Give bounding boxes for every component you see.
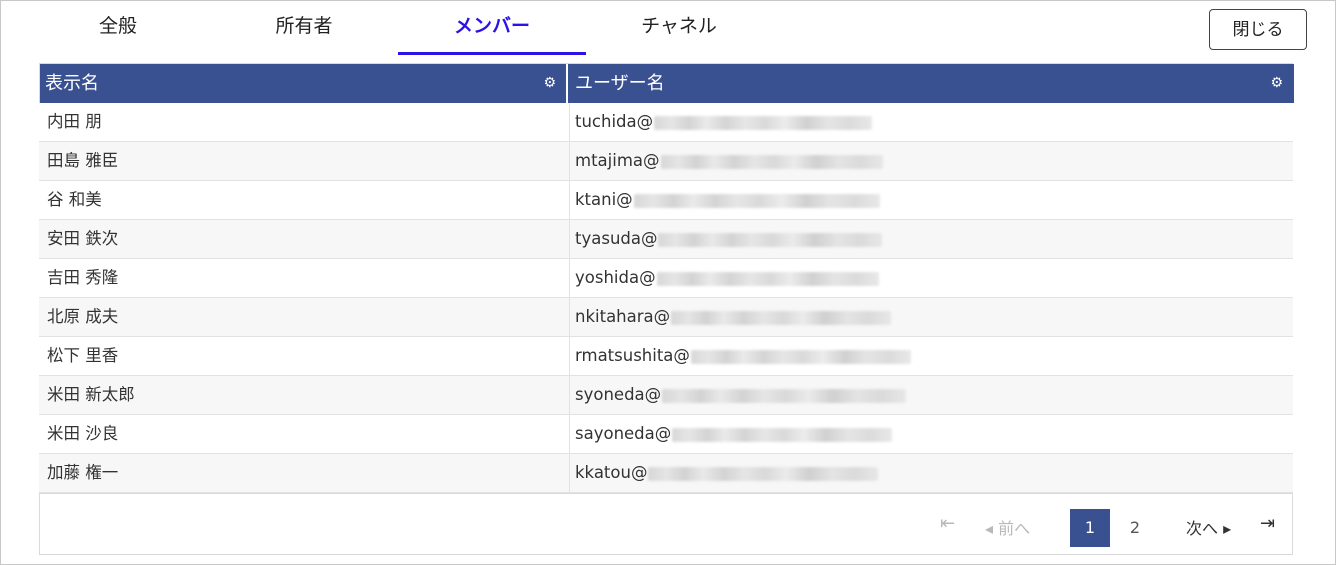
redacted-domain bbox=[671, 310, 892, 325]
redacted-domain bbox=[658, 232, 883, 247]
table-row[interactable]: 吉田 秀隆 yoshida@ bbox=[39, 259, 1293, 298]
display-name-cell: 松下 里香 bbox=[47, 346, 119, 365]
last-page-icon[interactable]: ⇥ bbox=[1260, 513, 1275, 534]
prev-page-button[interactable]: ◂ 前へ bbox=[985, 515, 1030, 539]
redacted-domain bbox=[672, 427, 893, 442]
page-2-button[interactable]: 2 bbox=[1115, 509, 1155, 547]
redacted-domain bbox=[656, 271, 879, 286]
username-cell: tuchida@ bbox=[569, 103, 1289, 141]
username-cell: nkitahara@ bbox=[569, 298, 1289, 336]
display-name-cell: 安田 鉄次 bbox=[47, 229, 119, 248]
username-cell: mtajima@ bbox=[569, 142, 1289, 180]
table-row[interactable]: 北原 成夫 nkitahara@ bbox=[39, 298, 1293, 337]
display-name-cell: 谷 和美 bbox=[47, 190, 102, 209]
username-cell: syoneda@ bbox=[569, 376, 1289, 414]
table-row[interactable]: 安田 鉄次 tyasuda@ bbox=[39, 220, 1293, 259]
table-row[interactable]: 米田 沙良 sayoneda@ bbox=[39, 415, 1293, 454]
redacted-domain bbox=[648, 466, 879, 481]
username-text: ktani@ bbox=[575, 190, 633, 209]
pagination: ⇤ ◂ 前へ 1 2 次へ ▸ ⇥ bbox=[40, 493, 1292, 556]
column-header-label: 表示名 bbox=[45, 73, 99, 94]
members-grid: 表示名 ⚙ ユーザー名 ⚙ 内田 朋 tuchida@ 田島 雅臣 mtajima@ 谷… bbox=[39, 63, 1294, 556]
table-row[interactable]: 田島 雅臣 mtajima@ bbox=[39, 142, 1293, 181]
username-cell: kkatou@ bbox=[569, 454, 1289, 492]
username-cell: yoshida@ bbox=[569, 259, 1289, 297]
gear-icon[interactable]: ⚙ bbox=[1270, 64, 1283, 103]
tab-owners[interactable]: 所有者 bbox=[211, 0, 397, 54]
redacted-domain bbox=[654, 115, 873, 130]
redacted-domain bbox=[662, 388, 907, 403]
display-name-cell: 加藤 権一 bbox=[47, 463, 119, 482]
username-text: mtajima@ bbox=[575, 151, 660, 170]
username-text: sayoneda@ bbox=[575, 424, 672, 443]
username-text: tuchida@ bbox=[575, 112, 654, 131]
page-1-button[interactable]: 1 bbox=[1070, 509, 1110, 547]
column-header-label: ユーザー名 bbox=[575, 73, 665, 94]
display-name-cell: 米田 新太郎 bbox=[47, 385, 135, 404]
table-row[interactable]: 内田 朋 tuchida@ bbox=[39, 103, 1293, 142]
table-row[interactable]: 松下 里香 rmatsushita@ bbox=[39, 337, 1293, 376]
gear-icon[interactable]: ⚙ bbox=[543, 64, 556, 103]
column-header-username[interactable]: ユーザー名 ⚙ bbox=[569, 64, 1293, 103]
tab-channels[interactable]: チャネル bbox=[586, 0, 772, 54]
redacted-domain bbox=[690, 349, 911, 364]
redacted-domain bbox=[633, 193, 880, 208]
tab-members[interactable]: メンバー bbox=[398, 0, 586, 55]
username-text: yoshida@ bbox=[575, 268, 656, 287]
username-cell: sayoneda@ bbox=[569, 415, 1289, 453]
display-name-cell: 米田 沙良 bbox=[47, 424, 119, 443]
grid-header: 表示名 ⚙ ユーザー名 ⚙ bbox=[40, 64, 1294, 103]
display-name-cell: 内田 朋 bbox=[47, 112, 102, 131]
close-button[interactable]: 閉じる bbox=[1209, 9, 1307, 50]
table-row[interactable]: 加藤 権一 kkatou@ bbox=[39, 454, 1293, 493]
username-text: tyasuda@ bbox=[575, 229, 658, 248]
username-text: syoneda@ bbox=[575, 385, 662, 404]
column-header-display-name[interactable]: 表示名 ⚙ bbox=[39, 64, 568, 103]
username-text: nkitahara@ bbox=[575, 307, 671, 326]
username-text: kkatou@ bbox=[575, 463, 648, 482]
username-cell: ktani@ bbox=[569, 181, 1289, 219]
tab-general[interactable]: 全般 bbox=[38, 0, 198, 54]
username-text: rmatsushita@ bbox=[575, 346, 690, 365]
display-name-cell: 北原 成夫 bbox=[47, 307, 119, 326]
table-row[interactable]: 米田 新太郎 syoneda@ bbox=[39, 376, 1293, 415]
first-page-icon[interactable]: ⇤ bbox=[940, 513, 955, 534]
display-name-cell: 吉田 秀隆 bbox=[47, 268, 119, 287]
redacted-domain bbox=[660, 154, 883, 169]
username-cell: rmatsushita@ bbox=[569, 337, 1289, 375]
next-page-button[interactable]: 次へ ▸ bbox=[1186, 515, 1231, 539]
table-row[interactable]: 谷 和美 ktani@ bbox=[39, 181, 1293, 220]
username-cell: tyasuda@ bbox=[569, 220, 1289, 258]
display-name-cell: 田島 雅臣 bbox=[47, 151, 119, 170]
